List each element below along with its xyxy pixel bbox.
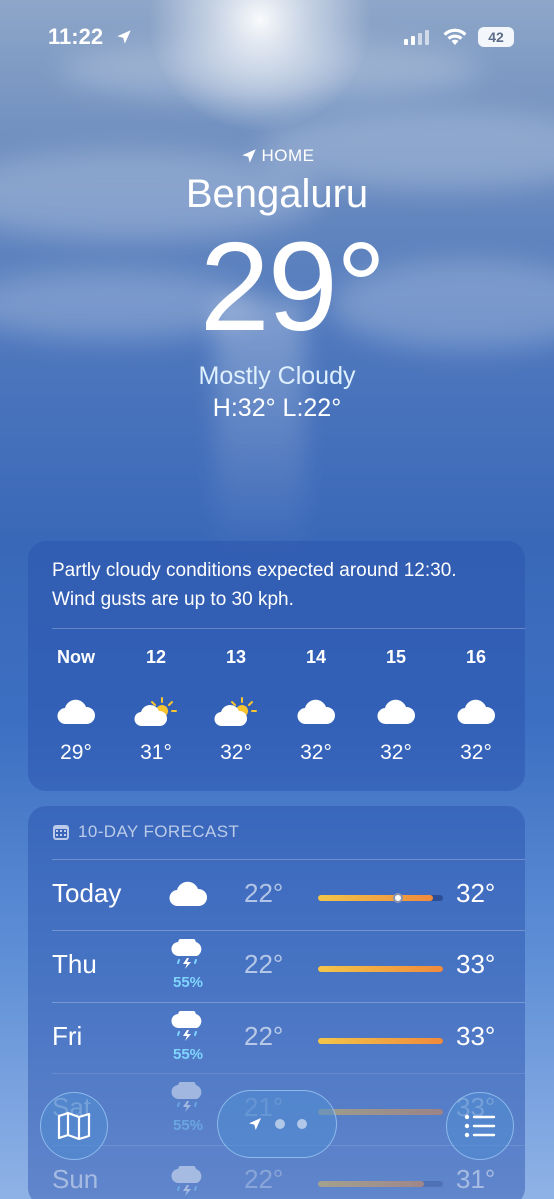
temperature-range-fill: [318, 1181, 425, 1187]
weather-condition: Mostly Cloudy: [198, 362, 356, 390]
locations-list-button[interactable]: [446, 1092, 514, 1160]
day-label: Sun: [52, 1164, 99, 1194]
location-arrow-icon: [117, 30, 131, 44]
temperature-range-bar: [318, 966, 443, 972]
temperature-range-fill: [318, 1038, 443, 1044]
current-temperature-dot: [393, 893, 403, 903]
hour-temperature: 32°: [300, 741, 332, 764]
hour-label: Now: [57, 647, 95, 667]
low-temperature: 22°: [244, 1164, 284, 1194]
map-icon: [57, 1111, 91, 1141]
low-temperature: 22°: [244, 1021, 284, 1051]
sun-glow: [150, 0, 370, 130]
weather-icon-cell: 55%: [166, 1078, 210, 1134]
cloud-icon: [276, 683, 356, 741]
divider: [52, 1073, 525, 1074]
ten-day-header: 10-DAY FORECAST: [52, 822, 239, 842]
high-temperature: 31°: [456, 1164, 496, 1194]
forecast-row[interactable]: Today 22° 32°: [28, 859, 525, 931]
thunderstorm-icon: [166, 1162, 210, 1199]
hour-item[interactable]: 14 32°: [276, 647, 356, 765]
ten-day-title: 10-DAY FORECAST: [78, 822, 240, 841]
hourly-forecast-card[interactable]: Partly cloudy conditions expected around…: [28, 541, 525, 791]
forecast-row[interactable]: Thu 55% 22° 33°: [28, 930, 525, 1002]
cloud-icon: [36, 683, 116, 741]
hour-temperature: 31°: [140, 741, 172, 764]
page-dot[interactable]: [297, 1119, 307, 1129]
temperature-range-bar: [318, 1181, 443, 1187]
day-label: Fri: [52, 1021, 83, 1051]
page-dot[interactable]: [275, 1119, 285, 1129]
temperature-range-bar: [318, 1038, 443, 1044]
hour-item[interactable]: Now 29°: [36, 647, 116, 765]
location-arrow-icon: [241, 149, 256, 163]
hour-label: 15: [385, 647, 407, 667]
hourly-list[interactable]: Now 29° 12 31° 13 32° 14 32° 15 32° 16 32°: [36, 647, 518, 765]
status-time: 11:22: [48, 24, 104, 49]
hour-label: 12: [145, 647, 167, 667]
temperature-range-fill: [318, 1109, 443, 1115]
thunderstorm-icon: [166, 935, 210, 974]
temperature-range-fill: [318, 895, 433, 901]
day-label: Today: [52, 878, 122, 908]
list-icon: [464, 1114, 496, 1138]
hour-item[interactable]: 13 32°: [196, 647, 276, 765]
map-button[interactable]: [40, 1092, 108, 1160]
location-pager[interactable]: [217, 1090, 337, 1158]
hour-label: 13: [225, 647, 247, 667]
hour-item[interactable]: 16 32°: [436, 647, 516, 765]
high-temperature: 33°: [456, 1021, 496, 1051]
location-arrow-icon: [249, 1118, 261, 1130]
weather-icon-cell: [166, 868, 210, 913]
cloud-icon: [356, 683, 436, 741]
forecast-row[interactable]: Fri 55% 22° 33°: [28, 1002, 525, 1074]
cloud-icon: [166, 880, 210, 913]
home-location-label: HOME: [0, 146, 554, 166]
calendar-icon: [53, 825, 69, 840]
divider: [52, 628, 525, 629]
current-temperature: 29°: [199, 216, 387, 357]
hour-temperature: 29°: [60, 741, 92, 764]
day-label: Thu: [52, 949, 97, 979]
precip-chance: 55%: [172, 974, 204, 991]
forecast-summary: Partly cloudy conditions expected around…: [52, 560, 457, 610]
temperature-range-bar: [318, 1109, 443, 1115]
divider: [52, 1002, 525, 1003]
high-low-temperature: H:32° L:22°: [212, 394, 342, 422]
weather-icon-cell: 55%: [166, 1007, 210, 1063]
temperature-range-bar: [318, 893, 443, 903]
temperature-range-fill: [318, 966, 443, 972]
cloud-icon: [436, 683, 516, 741]
precip-chance: 55%: [172, 1117, 204, 1134]
precip-chance: 55%: [172, 1046, 204, 1063]
thunderstorm-icon: [166, 1078, 210, 1117]
home-text: HOME: [261, 146, 315, 165]
partly-sunny-icon: [196, 683, 276, 741]
hour-temperature: 32°: [220, 741, 252, 764]
hour-item[interactable]: 15 32°: [356, 647, 436, 765]
divider: [52, 859, 525, 860]
wifi-icon: [443, 28, 467, 45]
thunderstorm-icon: [166, 1007, 210, 1046]
hour-temperature: 32°: [380, 741, 412, 764]
weather-icon-cell: [166, 1154, 210, 1199]
low-temperature: 22°: [244, 949, 284, 979]
city-name: Bengaluru: [185, 172, 369, 216]
hour-temperature: 32°: [460, 741, 492, 764]
battery-indicator: 42: [478, 27, 514, 47]
status-bar: 11:22 42: [0, 24, 554, 52]
hour-item[interactable]: 12 31°: [116, 647, 196, 765]
low-temperature: 22°: [244, 878, 284, 908]
hour-label: 14: [305, 647, 327, 667]
high-temperature: 32°: [456, 878, 496, 908]
weather-icon-cell: 55%: [166, 935, 210, 991]
cellular-signal-icon: [404, 30, 429, 45]
hour-label: 16: [465, 647, 487, 667]
divider: [52, 930, 525, 931]
partly-sunny-icon: [116, 683, 196, 741]
high-temperature: 33°: [456, 949, 496, 979]
